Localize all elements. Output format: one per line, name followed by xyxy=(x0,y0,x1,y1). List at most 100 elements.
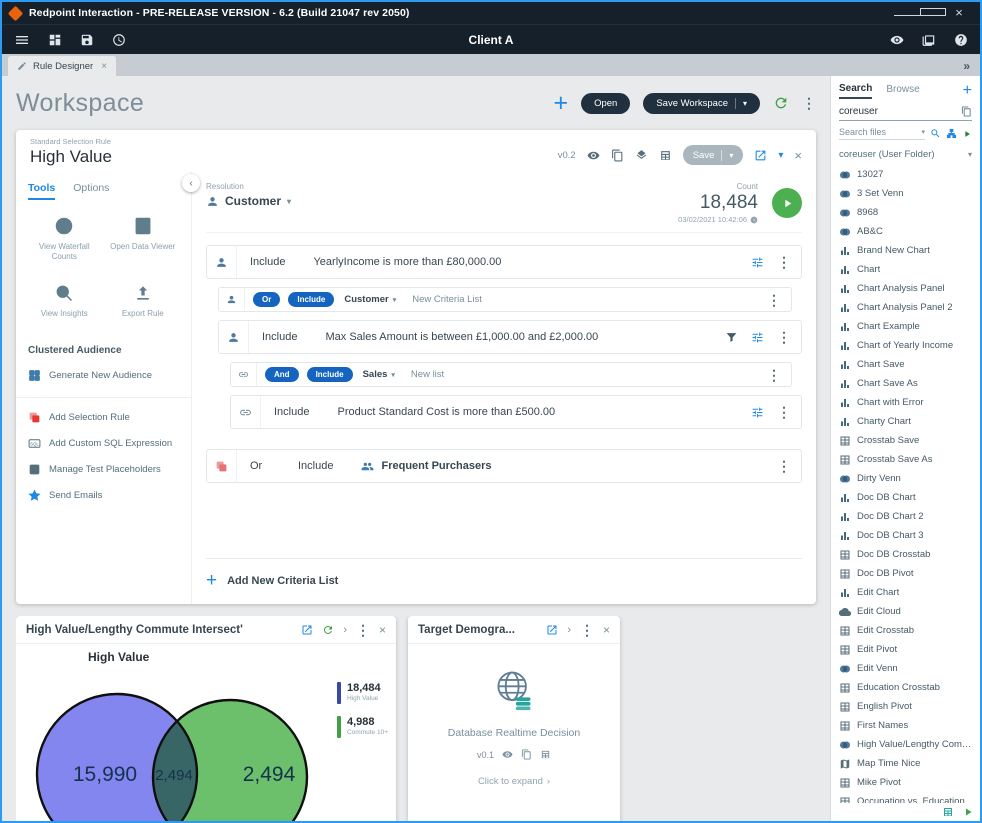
tab-browse[interactable]: Browse xyxy=(886,84,919,98)
tab-close-icon[interactable]: × xyxy=(101,61,107,72)
history-icon[interactable] xyxy=(112,33,126,47)
criteria-row[interactable]: Include Product Standard Cost is more th… xyxy=(230,395,802,429)
edit-criteria-sliders-icon[interactable] xyxy=(751,331,764,344)
open-external-icon[interactable] xyxy=(546,624,558,636)
close-rule-icon[interactable]: × xyxy=(794,148,802,163)
tab-tools[interactable]: Tools xyxy=(28,182,55,200)
modules-icon[interactable] xyxy=(48,33,62,47)
test-criteria-icon[interactable] xyxy=(725,331,738,344)
file-list-item[interactable]: Chart Save xyxy=(834,355,977,374)
preview-eye-icon[interactable] xyxy=(890,33,904,47)
file-list-item[interactable]: Education Crosstab xyxy=(834,678,977,697)
file-list-item[interactable]: 8968 xyxy=(834,203,977,222)
group-resolution-select[interactable]: Sales▾ xyxy=(363,369,395,380)
file-list-item[interactable]: High Value/Lengthy Commute Intersect xyxy=(834,735,977,754)
open-data-viewer-button[interactable]: Open Data Viewer xyxy=(107,216,180,263)
edit-criteria-sliders-icon[interactable] xyxy=(751,256,764,269)
manage-test-placeholders-button[interactable]: Manage Test Placeholders xyxy=(28,463,179,476)
row-kebab-icon[interactable]: ⋮ xyxy=(777,255,791,269)
data-grid-icon[interactable] xyxy=(942,806,954,818)
file-list-item[interactable]: Edit Pivot xyxy=(834,640,977,659)
file-list-item[interactable]: Edit Crosstab xyxy=(834,621,977,640)
card-kebab-icon[interactable]: ⋮ xyxy=(356,623,370,637)
open-external-icon[interactable] xyxy=(754,149,767,162)
edit-criteria-sliders-icon[interactable] xyxy=(751,406,764,419)
save-icon[interactable] xyxy=(80,33,94,47)
card-kebab-icon[interactable]: ⋮ xyxy=(580,623,594,637)
preview-eye-icon[interactable] xyxy=(502,749,513,760)
file-list-item[interactable]: Chart xyxy=(834,260,977,279)
criteria-group-row[interactable]: And Include Sales▾ New list ⋮ xyxy=(230,362,792,387)
row-kebab-icon[interactable]: ⋮ xyxy=(777,405,791,419)
help-icon[interactable] xyxy=(954,33,968,47)
close-card-icon[interactable]: × xyxy=(603,623,610,637)
row-kebab-icon[interactable]: ⋮ xyxy=(777,459,791,473)
generate-new-audience-button[interactable]: Generate New Audience xyxy=(28,369,179,382)
file-list-item[interactable]: Chart Example xyxy=(834,317,977,336)
file-list-item[interactable]: 3 Set Venn xyxy=(834,184,977,203)
copy-icon[interactable] xyxy=(611,149,624,162)
file-list-item[interactable]: Crosstab Save As xyxy=(834,450,977,469)
group-resolution-select[interactable]: Customer▾ xyxy=(344,294,396,305)
file-list-item[interactable]: Doc DB Chart 2 xyxy=(834,507,977,526)
panel-collapse-button[interactable]: ‹ xyxy=(182,174,200,192)
row-kebab-icon[interactable]: ⋮ xyxy=(767,368,781,382)
search-icon[interactable] xyxy=(930,128,941,139)
expand-chevron-icon[interactable]: › xyxy=(343,624,347,636)
maximize-button[interactable] xyxy=(920,2,946,24)
file-list-item[interactable]: Edit Chart xyxy=(834,583,977,602)
add-custom-sql-button[interactable]: SQL Add Custom SQL Expression xyxy=(28,437,179,450)
refresh-workspace-icon[interactable] xyxy=(773,95,789,111)
menu-icon[interactable] xyxy=(14,32,30,48)
file-list-item[interactable]: English Pivot xyxy=(834,697,977,716)
file-list-item[interactable]: First Names xyxy=(834,716,977,735)
add-workspace-item-button[interactable]: + xyxy=(553,91,568,116)
file-list-item[interactable]: Doc DB Crosstab xyxy=(834,545,977,564)
add-new-criteria-list-button[interactable]: + Add New Criteria List xyxy=(206,558,802,590)
audience-criteria-row[interactable]: Or Include Frequent Purchasers ⋮ xyxy=(206,449,802,483)
file-list-item[interactable]: Chart Save As xyxy=(834,374,977,393)
file-list-item[interactable]: AB&C xyxy=(834,222,977,241)
criteria-row[interactable]: Include Max Sales Amount is between £1,0… xyxy=(218,320,802,354)
expand-chevron-icon[interactable]: › xyxy=(567,624,571,636)
file-list-item[interactable]: Doc DB Chart xyxy=(834,488,977,507)
versions-layers-icon[interactable] xyxy=(635,149,648,162)
save-button[interactable]: Save▾ xyxy=(683,145,744,165)
file-list-item[interactable]: Map Time Nice xyxy=(834,754,977,773)
file-list-item[interactable]: Chart with Error xyxy=(834,393,977,412)
operator-pill[interactable]: And xyxy=(265,367,299,382)
file-list-item[interactable]: Brand New Chart xyxy=(834,241,977,260)
venn-diagram[interactable]: 15,990 2,494 2,494 xyxy=(22,666,334,821)
file-list-item[interactable]: Chart Analysis Panel xyxy=(834,279,977,298)
preview-eye-icon[interactable] xyxy=(587,149,600,162)
search-input[interactable] xyxy=(839,106,939,117)
open-external-icon[interactable] xyxy=(301,624,313,636)
click-to-expand-link[interactable]: Click to expand› xyxy=(478,776,550,787)
run-icon[interactable] xyxy=(962,806,974,818)
run-count-button[interactable] xyxy=(772,188,802,218)
file-list-item[interactable]: Crosstab Save xyxy=(834,431,977,450)
open-button[interactable]: Open xyxy=(581,93,630,114)
file-list-item[interactable]: Chart of Yearly Income xyxy=(834,336,977,355)
tab-options[interactable]: Options xyxy=(73,182,109,200)
file-list-item[interactable]: Edit Cloud xyxy=(834,602,977,621)
data-grid-icon[interactable] xyxy=(659,149,672,162)
file-list-item[interactable]: Occupation vs. Education xyxy=(834,792,977,803)
minimize-button[interactable] xyxy=(894,2,920,24)
operator-pill[interactable]: Or xyxy=(253,292,280,307)
close-card-icon[interactable]: × xyxy=(379,623,386,637)
resolution-select[interactable]: Customer ▾ xyxy=(206,194,291,208)
collapse-chevron-icon[interactable]: ▾ xyxy=(778,150,783,161)
refresh-icon[interactable] xyxy=(322,624,334,636)
tab-rule-designer[interactable]: Rule Designer × xyxy=(8,56,116,76)
add-file-button[interactable]: + xyxy=(963,83,972,99)
workspace-kebab-icon[interactable]: ⋮ xyxy=(802,96,816,110)
view-insights-button[interactable]: View Insights xyxy=(28,283,101,319)
tab-overflow-icon[interactable]: » xyxy=(963,59,970,73)
file-list-item[interactable]: Doc DB Pivot xyxy=(834,564,977,583)
hierarchy-icon[interactable] xyxy=(946,128,957,139)
file-list-item[interactable]: Dirty Venn xyxy=(834,469,977,488)
operator-select[interactable]: Or xyxy=(250,460,298,472)
tab-search[interactable]: Search xyxy=(839,83,872,99)
export-rule-button[interactable]: Export Rule xyxy=(107,283,180,319)
